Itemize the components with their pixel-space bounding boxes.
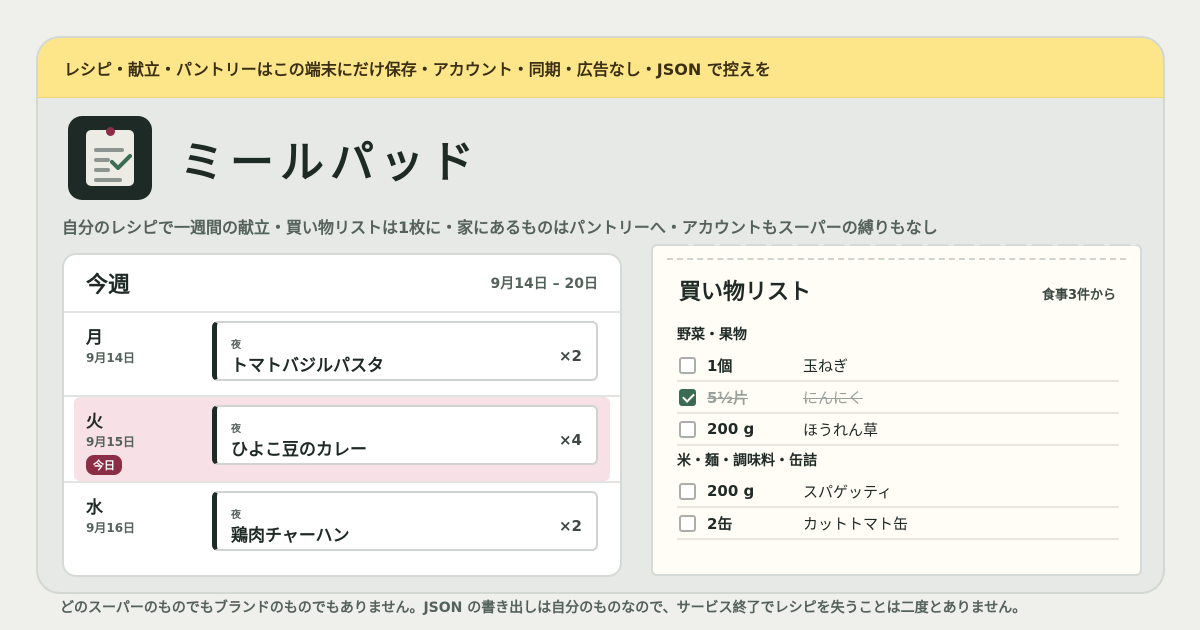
day-row: 月 9月14日 夜トマトバジルパスタ ×2 <box>64 313 620 397</box>
list-item: 1個 玉ねぎ <box>677 350 1119 382</box>
item-quantity: 2缶 <box>707 514 733 533</box>
item-name: スパゲッティ <box>803 482 893 501</box>
week-range: 9月14日 – 20日 <box>490 276 598 292</box>
list-item: 200 g ほうれん草 <box>677 414 1119 446</box>
meal-slot: 夜 <box>231 510 241 521</box>
brand-header: ミールパッド <box>68 116 480 200</box>
meal-name: トマトバジルパスタ <box>231 356 384 376</box>
meal-multiplier: ×2 <box>558 517 582 535</box>
item-checkbox[interactable] <box>679 356 696 374</box>
meal-card[interactable]: 夜トマトバジルパスタ ×2 <box>212 321 598 381</box>
meal-multiplier: ×4 <box>558 431 582 449</box>
today-badge: 今日 <box>86 455 122 475</box>
day-name: 月 <box>86 328 103 348</box>
item-quantity: 1個 <box>707 356 733 375</box>
category-heading: 野菜・果物 <box>677 327 747 343</box>
meal-card[interactable]: 夜鶏肉チャーハン ×2 <box>212 491 598 551</box>
app-card: レシピ・献立・パントリーはこの端末にだけ保存・アカウント・同期・広告なし・JSO… <box>36 36 1165 594</box>
meal-slot: 夜 <box>231 340 241 351</box>
list-item: 200 g スパゲッティ <box>677 476 1119 508</box>
banner-text: レシピ・献立・パントリーはこの端末にだけ保存・アカウント・同期・広告なし・JSO… <box>64 59 771 79</box>
meal-slot: 夜 <box>231 424 241 435</box>
category-heading: 米・麺・調味料・缶詰 <box>677 453 817 469</box>
day-name: 水 <box>86 498 103 518</box>
day-date: 9月14日 <box>86 351 136 365</box>
item-name: 玉ねぎ <box>803 356 849 375</box>
privacy-banner: レシピ・献立・パントリーはこの端末にだけ保存・アカウント・同期・広告なし・JSO… <box>38 38 1163 98</box>
item-checkbox[interactable] <box>679 388 696 406</box>
meal-multiplier: ×2 <box>558 347 582 365</box>
item-name: カットトマト缶 <box>803 514 909 533</box>
week-panel: 今週 9月14日 – 20日 月 9月14日夜トマトバジルパスタ ×2 火 9月15日今… <box>62 253 622 577</box>
item-checkbox[interactable] <box>679 514 696 532</box>
day-row: 水 9月16日 夜鶏肉チャーハン ×2 <box>64 481 620 565</box>
app-title: ミールパッド <box>180 137 480 188</box>
list-item: 2缶 カットトマト缶 <box>677 508 1119 540</box>
item-name: にんにく <box>803 388 863 407</box>
item-quantity: 200 g <box>707 420 755 438</box>
item-name: ほうれん草 <box>803 420 879 439</box>
shopping-source: 食事3件から <box>1041 288 1116 303</box>
shopping-title: 買い物リスト <box>679 279 812 305</box>
shopping-items: 野菜・果物 1個 玉ねぎ 5½片 にんにく 200 g ほうれん草米・麺・調味料・缶詰 200… <box>677 320 1119 540</box>
week-title: 今週 <box>86 272 131 298</box>
item-checkbox[interactable] <box>679 482 696 500</box>
day-date: 9月15日 <box>86 435 136 449</box>
item-checkbox[interactable] <box>679 420 696 438</box>
day-list: 月 9月14日夜トマトバジルパスタ ×2 火 9月15日 今日夜ひよこ豆のカレー ×4 水 9月… <box>64 313 620 565</box>
meal-card[interactable]: 夜ひよこ豆のカレー ×4 <box>212 405 598 465</box>
week-header: 今週 9月14日 – 20日 <box>64 255 620 313</box>
shopping-list-panel: 買い物リスト 食事3件から 野菜・果物 1個 玉ねぎ 5½片 にんにく 200 g ほうれん… <box>651 238 1142 576</box>
meal-name: ひよこ豆のカレー <box>231 440 367 460</box>
item-quantity: 200 g <box>707 482 755 500</box>
day-name: 火 <box>86 412 103 432</box>
meal-name: 鶏肉チャーハン <box>231 526 350 546</box>
footer-note: どのスーパーのものでもブランドのものでもありません。JSON の書き出しは自分の… <box>60 600 1027 616</box>
item-quantity: 5½片 <box>707 388 748 407</box>
list-item: 5½片 にんにく <box>677 382 1119 414</box>
tagline: 自分のレシピで一週間の献立・買い物リストは1枚に・家にあるものはパントリーへ・ア… <box>62 218 938 237</box>
clipboard-check-icon <box>68 116 152 200</box>
day-row: 火 9月15日今日 夜ひよこ豆のカレー ×4 <box>74 397 610 481</box>
day-date: 9月16日 <box>86 521 136 535</box>
